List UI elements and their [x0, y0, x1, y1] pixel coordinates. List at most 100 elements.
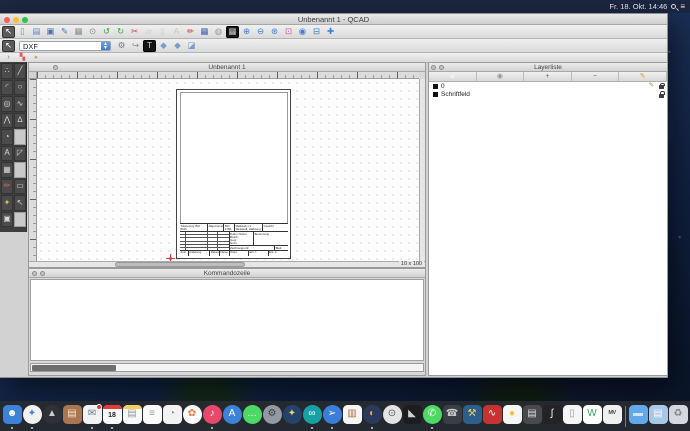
dock-keychain[interactable]: ✦: [283, 404, 302, 429]
open-file-button[interactable]: ▤: [30, 26, 43, 38]
notification-center-icon[interactable]: ≡: [680, 2, 684, 11]
save-button[interactable]: ▣: [44, 26, 57, 38]
hide-all-layers-button[interactable]: ◉: [477, 72, 525, 81]
dock-textedit[interactable]: ≡: [143, 404, 162, 429]
dock-trash[interactable]: ♻: [669, 404, 688, 429]
settings-button[interactable]: ⚙: [115, 40, 128, 52]
pointer-tool[interactable]: ↖: [14, 195, 26, 211]
iso-view-left-button[interactable]: ◆: [157, 40, 170, 52]
zoom-in-button[interactable]: ⊕: [240, 26, 253, 38]
add-layer-button[interactable]: +: [524, 72, 572, 81]
dock-downloads-folder[interactable]: ▤: [649, 404, 668, 429]
text-tool[interactable]: A: [1, 146, 13, 162]
print-button[interactable]: ▦: [72, 26, 85, 38]
layer-lock-icon[interactable]: [659, 85, 664, 89]
polyline-tool[interactable]: ⋀: [1, 113, 13, 129]
insert-reference-button[interactable]: ↪: [129, 40, 142, 52]
dock-notes[interactable]: ▤: [123, 404, 142, 429]
palette-blank-1[interactable]: [14, 129, 26, 145]
command-scrollbar[interactable]: [30, 363, 424, 372]
pan-button[interactable]: ✚: [324, 26, 337, 38]
cam-arrow-button[interactable]: ▸: [30, 54, 43, 62]
undo-button[interactable]: ↺: [100, 26, 113, 38]
layer-color-swatch[interactable]: [433, 92, 438, 97]
drawing-vertical-scrollbar[interactable]: [419, 79, 425, 261]
image-button[interactable]: ▦: [198, 26, 211, 38]
dock-launchpad[interactable]: ▲: [43, 404, 62, 429]
measure-tool[interactable]: ◔: [1, 129, 13, 145]
dock-notebook-app[interactable]: ▤: [523, 404, 542, 429]
layer-row-schriftfeld[interactable]: Schriftfeld: [429, 91, 667, 100]
layer-color-swatch[interactable]: [433, 84, 438, 89]
palette-blank-2[interactable]: [14, 162, 26, 178]
menubar-clock[interactable]: Fr. 18. Okt. 14:46: [609, 2, 667, 11]
dock-toolbox[interactable]: ⚒: [463, 404, 482, 429]
point-tool[interactable]: ∴: [1, 63, 13, 79]
dock-appstore[interactable]: A: [223, 404, 242, 429]
text-visibility-toggle[interactable]: T: [143, 40, 156, 52]
arc-tool[interactable]: ◜: [1, 80, 13, 96]
remove-layer-button[interactable]: −: [572, 72, 620, 81]
dock-preview[interactable]: ◔: [163, 404, 182, 429]
dock-macvim[interactable]: MV: [603, 404, 622, 429]
spline-tool[interactable]: ∿: [14, 96, 26, 112]
redo-button[interactable]: ↻: [114, 26, 127, 38]
line-tool[interactable]: ╱: [14, 63, 26, 79]
zoom-auto-button[interactable]: ⊛: [268, 26, 281, 38]
save-as-button[interactable]: ✎: [58, 26, 71, 38]
circle-tool[interactable]: ○: [14, 80, 26, 96]
command-scrollbar-thumb[interactable]: [32, 365, 116, 371]
dock-calendar[interactable]: 18: [103, 404, 122, 429]
dock-finder[interactable]: ☻: [3, 404, 22, 429]
zoom-out-button[interactable]: ⊖: [254, 26, 267, 38]
scrollbar-thumb[interactable]: [115, 262, 245, 267]
dock-contacts[interactable]: ▤: [63, 404, 82, 429]
drawing-canvas[interactable]: Tolerierung ISO 8015 Allgemeintoleranzen…: [37, 79, 419, 261]
layer-row-0[interactable]: 0 ✎: [429, 82, 667, 91]
dock-cyberduck[interactable]: ●: [503, 404, 522, 429]
image-tool[interactable]: ▦: [1, 162, 13, 178]
layer-edit-pencil-icon[interactable]: ✎: [649, 82, 654, 90]
command-titlebar[interactable]: Kommandozeile: [29, 269, 425, 278]
dock-document-app[interactable]: ▯: [563, 404, 582, 429]
text-tool-button[interactable]: A: [170, 26, 183, 38]
zoom-window-button[interactable]: ⊟: [310, 26, 323, 38]
copy-button[interactable]: ▱: [142, 26, 155, 38]
dock-latex-app[interactable]: ∫: [543, 404, 562, 429]
dock-search-app[interactable]: ⊙: [383, 404, 402, 429]
dock-mail[interactable]: ✉: [83, 404, 102, 429]
hatch-tool[interactable]: ◸: [14, 146, 26, 162]
layers-titlebar[interactable]: Layerliste: [429, 63, 667, 72]
pen-button[interactable]: ✏: [184, 26, 197, 38]
solid-tool[interactable]: ▣: [1, 212, 13, 228]
iso-view-right-button[interactable]: ◆: [171, 40, 184, 52]
drawing-titlebar[interactable]: Unbenannt 1: [29, 63, 425, 72]
dock-whatsapp[interactable]: ✆: [423, 404, 442, 429]
dock-w-app[interactable]: W: [583, 404, 602, 429]
sheet-stack-button[interactable]: ◪: [185, 40, 198, 52]
expand-chevron-button[interactable]: ›: [2, 54, 15, 62]
cam-blocks-button[interactable]: ▚: [16, 54, 29, 62]
print-preview-button[interactable]: ⊙: [86, 26, 99, 38]
hatch-button[interactable]: ◍: [212, 26, 225, 38]
window-titlebar[interactable]: Unbenannt 1 - QCAD: [0, 14, 667, 25]
select-pointer-button-2[interactable]: ↖: [2, 40, 15, 52]
dock-arduino[interactable]: ∞: [303, 404, 322, 429]
dock-safari[interactable]: ✦: [23, 404, 42, 429]
dock-firefox[interactable]: ◐: [363, 404, 382, 429]
zoom-previous-button[interactable]: ◉: [296, 26, 309, 38]
format-combobox[interactable]: DXF ▲▼: [19, 41, 111, 51]
dock-books[interactable]: ▥: [343, 404, 362, 429]
freehand-tool[interactable]: ✦: [1, 195, 13, 211]
dock-documents-folder[interactable]: ▬: [629, 404, 648, 429]
combo-stepper-icon[interactable]: ▲▼: [101, 42, 110, 50]
palette-blank-3[interactable]: [14, 212, 26, 228]
dock-phone-app[interactable]: ☎: [443, 404, 462, 429]
ellipse-tool[interactable]: ◎: [1, 96, 13, 112]
cut-button[interactable]: ✂: [128, 26, 141, 38]
layer-lock-icon[interactable]: [659, 94, 664, 98]
dock-thunderbird[interactable]: ➢: [323, 404, 342, 429]
new-file-button[interactable]: ▯: [16, 26, 29, 38]
pen-tool[interactable]: ✏: [1, 179, 13, 195]
dock-music[interactable]: ♪: [203, 404, 222, 429]
